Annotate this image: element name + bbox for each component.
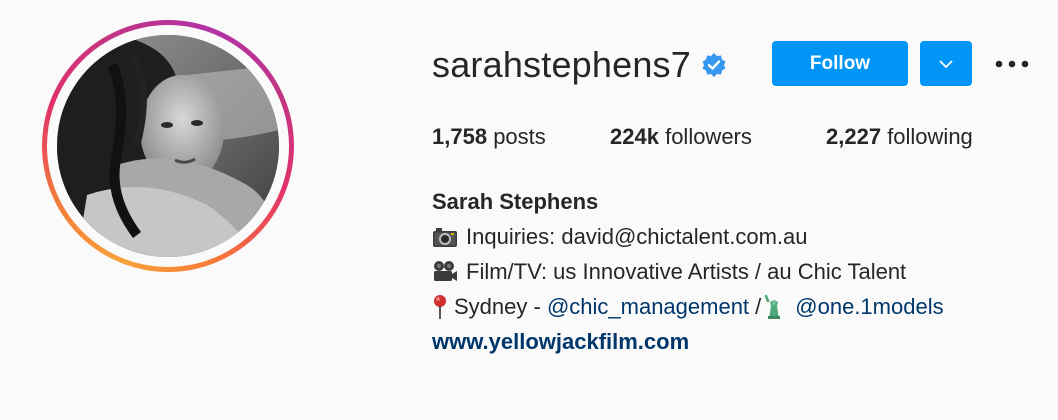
full-name: Sarah Stephens xyxy=(432,189,599,214)
followers-label: followers xyxy=(665,124,752,149)
bio-line-website: www.yellowjackfilm.com xyxy=(432,324,944,359)
chevron-down-icon xyxy=(939,59,953,68)
bio-line-film: Film/TV: us Innovative Artists / au Chic… xyxy=(432,254,944,289)
camera-emoji xyxy=(432,224,458,250)
more-options-button[interactable] xyxy=(990,50,1034,78)
following-count: 2,227 xyxy=(826,124,882,149)
posts-label: posts xyxy=(493,124,546,149)
mention-chic-management[interactable]: @chic_management xyxy=(547,289,749,324)
avatar-photo xyxy=(57,35,279,257)
follow-button[interactable]: Follow xyxy=(772,41,908,86)
profile-bio: Sarah Stephens Inquiries: david@chictale… xyxy=(432,184,944,359)
bio-line-location: Sydney - @chic_management / @one.1models xyxy=(432,289,944,324)
verified-badge-icon xyxy=(701,52,727,78)
story-ring[interactable] xyxy=(42,20,294,272)
posts-count: 1,758 xyxy=(432,124,488,149)
round-pushpin-emoji xyxy=(432,294,448,320)
bio-location-text: Sydney - xyxy=(454,294,547,319)
more-options-icon xyxy=(995,60,1029,68)
profile-header: sarahstephens7 xyxy=(432,40,727,90)
movie-camera-emoji xyxy=(432,259,458,285)
suggested-accounts-button[interactable] xyxy=(920,41,972,86)
following-label: following xyxy=(887,124,973,149)
mention-one-1models[interactable]: @one.1models xyxy=(795,289,943,324)
website-link[interactable]: www.yellowjackfilm.com xyxy=(432,324,689,359)
bio-inquiries-text: Inquiries: david@chictalent.com.au xyxy=(466,224,808,249)
bio-film-text: Film/TV: us Innovative Artists / au Chic… xyxy=(466,259,907,284)
followers-stat[interactable]: 224k followers xyxy=(610,124,752,150)
followers-count: 224k xyxy=(610,124,659,149)
statue-of-liberty-emoji xyxy=(761,294,785,320)
username: sarahstephens7 xyxy=(432,44,691,85)
avatar-gap xyxy=(47,25,289,267)
bio-line-inquiries: Inquiries: david@chictalent.com.au xyxy=(432,219,944,254)
posts-stat: 1,758 posts xyxy=(432,124,546,150)
following-stat[interactable]: 2,227 following xyxy=(826,124,973,150)
avatar[interactable] xyxy=(57,35,279,257)
bio-separator: / xyxy=(749,294,762,319)
